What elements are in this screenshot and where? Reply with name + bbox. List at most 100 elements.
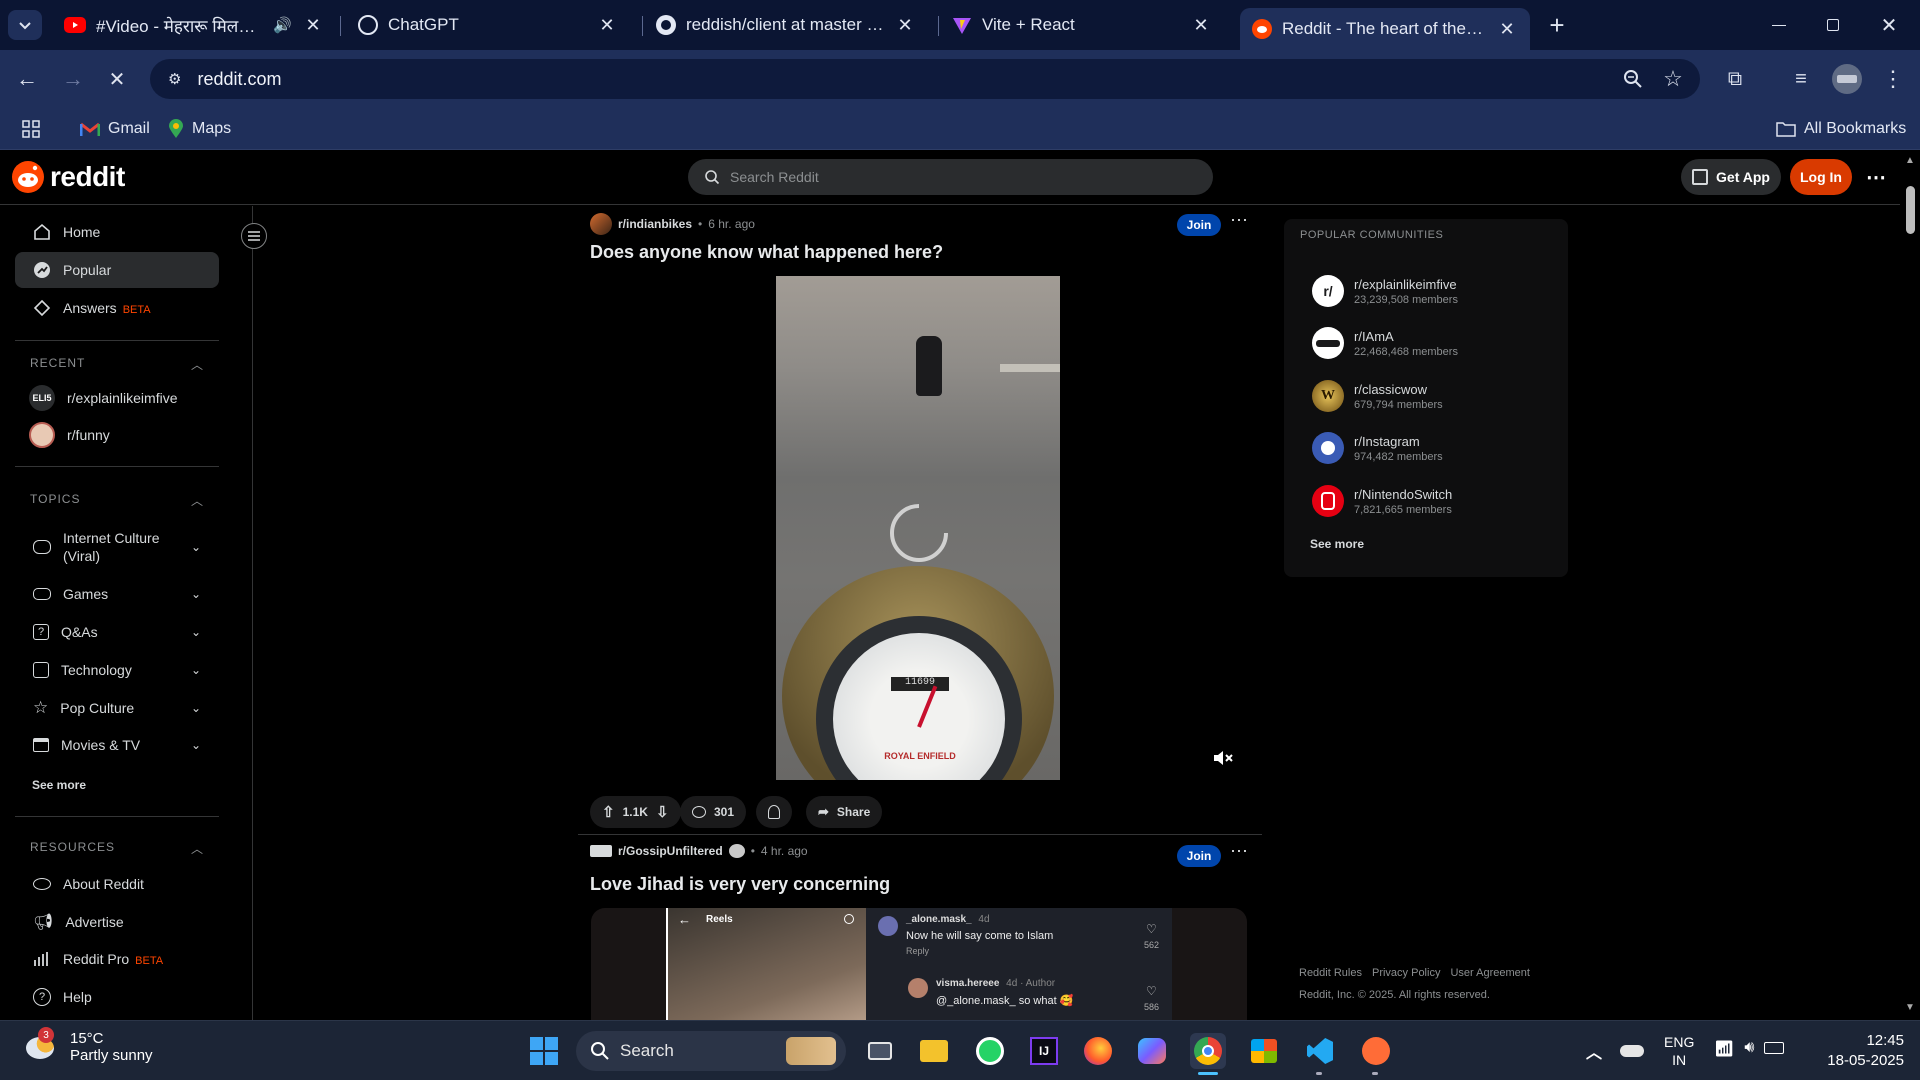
postman-button[interactable] [1358, 1033, 1394, 1075]
taskbar-search[interactable]: Search [576, 1031, 846, 1071]
footer-rules-link[interactable]: Reddit Rules [1299, 967, 1362, 979]
tab-github[interactable]: reddish/client at master · amanc ✕ [644, 6, 928, 44]
page-scrollbar[interactable]: ▲ ▼ [1900, 151, 1920, 1020]
mute-button[interactable] [1211, 746, 1235, 770]
share-button[interactable]: ➦ Share [806, 796, 883, 828]
award-button[interactable] [756, 796, 792, 828]
close-icon[interactable]: ✕ [1190, 15, 1212, 36]
file-explorer-button[interactable] [916, 1033, 952, 1069]
bookmark-gmail[interactable]: Gmail [80, 108, 150, 150]
comments-button[interactable]: 301 [680, 796, 747, 828]
recent-item-funny[interactable]: r/funny [15, 417, 219, 453]
more-options-button[interactable]: ⋯ [1860, 159, 1892, 195]
reddit-logo[interactable]: reddit [12, 161, 125, 193]
restore-button[interactable] [1810, 10, 1856, 40]
microsoft-store-button[interactable] [1246, 1033, 1282, 1069]
login-button[interactable]: Log In [1790, 159, 1852, 195]
footer-privacy-link[interactable]: Privacy Policy [1372, 967, 1440, 979]
search-input[interactable]: Search Reddit [688, 159, 1213, 195]
zoom-button[interactable] [1618, 64, 1648, 94]
profile-avatar[interactable] [1832, 64, 1862, 94]
resources-section-header[interactable]: RESOURCES ︿ [30, 840, 204, 857]
back-button[interactable]: ← [12, 64, 42, 94]
video-player[interactable]: 11699 ROYAL ENFIELD [591, 276, 1247, 780]
post-card[interactable]: r/indianbikes • 6 hr. ago Join ⋯ Does an… [578, 206, 1262, 836]
post-title[interactable]: Does anyone know what happened here? [590, 242, 943, 263]
community-item[interactable]: r/ r/explainlikeimfive 23,239,508 members [1312, 275, 1458, 307]
post-title[interactable]: Love Jihad is very very concerning [590, 874, 890, 895]
speaker-icon[interactable]: 🔊 [273, 16, 292, 34]
firefox-button[interactable] [1080, 1033, 1116, 1069]
subreddit-link[interactable]: r/GossipUnfiltered [618, 844, 723, 858]
close-icon[interactable]: ✕ [302, 15, 324, 36]
clock[interactable]: 12:45 18-05-2025 [1812, 1031, 1904, 1071]
resource-reddit-pro[interactable]: Reddit Pro BETA [15, 941, 219, 977]
close-icon[interactable]: ✕ [1496, 19, 1518, 40]
new-tab-button[interactable]: + [1540, 8, 1574, 42]
chrome-menu-button[interactable]: ⋮ [1878, 64, 1908, 94]
quick-settings-button[interactable]: 📶︎ 🔊︎ [1714, 1039, 1785, 1059]
topic-qas[interactable]: ? Q&As ⌄ [15, 614, 219, 650]
tab-youtube[interactable]: #Video - मेहरारू मिलत गाए 🔊 ✕ [52, 6, 336, 44]
bookmark-maps[interactable]: Maps [168, 108, 231, 150]
resource-help[interactable]: ? Help [15, 979, 219, 1015]
apps-button[interactable] [22, 108, 40, 150]
upvote-icon[interactable]: ⇧ [602, 803, 615, 821]
weather-widget[interactable]: 3 15°C Partly sunny [24, 1027, 153, 1065]
post-card[interactable]: r/GossipUnfiltered • 4 hr. ago Join ⋯ Lo… [578, 836, 1262, 1020]
collapse-sidebar-button[interactable] [241, 223, 267, 249]
task-view-button[interactable] [862, 1033, 898, 1069]
start-button[interactable] [526, 1033, 562, 1069]
whatsapp-button[interactable] [972, 1033, 1008, 1069]
communities-see-more[interactable]: See more [1310, 537, 1364, 551]
topic-games[interactable]: Games ⌄ [15, 576, 219, 612]
recent-item-explainlikeimfive[interactable]: ELI5 r/explainlikeimfive [15, 380, 219, 416]
join-button[interactable]: Join [1177, 845, 1221, 867]
scrollbar-thumb[interactable] [1906, 186, 1915, 234]
close-icon[interactable]: ✕ [894, 15, 916, 36]
address-bar[interactable]: ⚙ reddit.com [150, 59, 1700, 99]
tab-vite[interactable]: Vite + React ✕ [940, 6, 1224, 44]
topic-movies-tv[interactable]: Movies & TV ⌄ [15, 727, 219, 763]
topics-section-header[interactable]: TOPICS ︿ [30, 492, 204, 509]
downvote-icon[interactable]: ⇩ [656, 803, 669, 821]
get-app-button[interactable]: Get App [1681, 159, 1781, 195]
resource-about-reddit[interactable]: About Reddit [15, 866, 219, 902]
url-text[interactable]: reddit.com [197, 69, 281, 90]
community-item[interactable]: W r/classicwow 679,794 members [1312, 380, 1443, 412]
recent-section-header[interactable]: RECENT ︿ [30, 356, 204, 373]
post-options-button[interactable]: ⋯ [1230, 841, 1249, 862]
nav-answers[interactable]: Answers BETA [15, 290, 219, 326]
tab-chatgpt[interactable]: ChatGPT ✕ [346, 6, 630, 44]
extensions-button[interactable]: ⧉ [1720, 64, 1750, 94]
bookmark-star-button[interactable]: ☆ [1658, 64, 1688, 94]
subreddit-link[interactable]: r/indianbikes [618, 217, 692, 231]
community-item[interactable]: r/NintendoSwitch 7,821,665 members [1312, 485, 1452, 517]
topic-pop-culture[interactable]: ☆ Pop Culture ⌄ [15, 690, 219, 726]
resource-advertise[interactable]: 📢︎ Advertise [15, 904, 219, 940]
community-item[interactable]: r/Instagram 974,482 members [1312, 432, 1443, 464]
footer-agreement-link[interactable]: User Agreement [1450, 967, 1529, 979]
close-window-button[interactable]: ✕ [1866, 10, 1912, 40]
vscode-button[interactable] [1302, 1033, 1338, 1075]
close-icon[interactable]: ✕ [596, 15, 618, 36]
copilot-button[interactable] [1134, 1033, 1170, 1069]
language-indicator[interactable]: ENG IN [1664, 1033, 1694, 1069]
topics-see-more[interactable]: See more [32, 778, 86, 792]
tab-search-button[interactable] [8, 10, 42, 40]
community-item[interactable]: r/IAmA 22,468,468 members [1312, 327, 1458, 359]
intellij-button[interactable]: IJ [1026, 1033, 1062, 1069]
chrome-button[interactable] [1190, 1033, 1226, 1075]
nav-popular[interactable]: Popular [15, 252, 219, 288]
onedrive-button[interactable] [1614, 1033, 1650, 1069]
tab-reddit[interactable]: Reddit - The heart of the interne ✕ [1240, 8, 1530, 50]
media-controls-button[interactable]: ≡ [1786, 64, 1816, 94]
all-bookmarks-button[interactable]: All Bookmarks [1776, 108, 1906, 150]
scroll-down-icon[interactable]: ▼ [1905, 1002, 1915, 1013]
topic-internet-culture[interactable]: Internet Culture (Viral) ⌄ [15, 524, 219, 570]
stop-button[interactable]: ✕ [102, 64, 132, 94]
join-button[interactable]: Join [1177, 214, 1221, 236]
post-image[interactable]: ← Reels _alone.mask_ 4d Now he will say … [591, 908, 1247, 1020]
tray-overflow-button[interactable]: ︿ [1576, 1033, 1612, 1069]
scroll-up-icon[interactable]: ▲ [1905, 155, 1915, 166]
